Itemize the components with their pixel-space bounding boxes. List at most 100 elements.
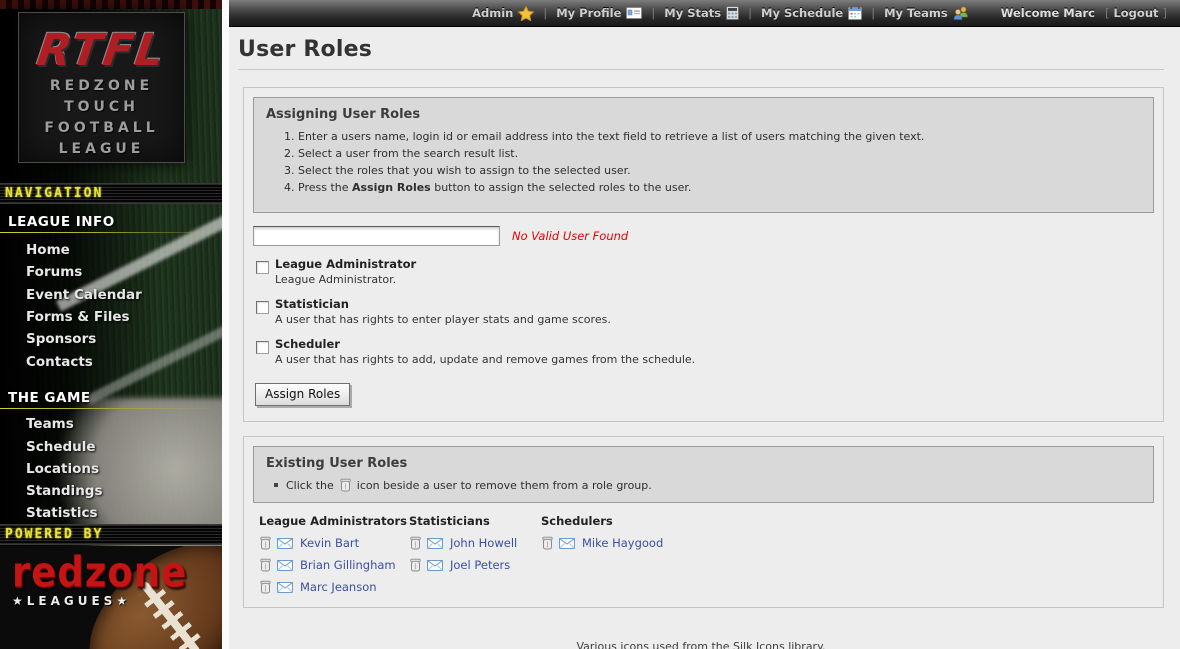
topbar-item-label: My Schedule <box>761 6 843 20</box>
user-name-link[interactable]: Kevin Bart <box>300 536 359 550</box>
step-text: Select a user from the search result lis… <box>298 147 518 160</box>
step-text: Enter a users name, login id or email ad… <box>298 130 924 143</box>
logout-link[interactable]: Logout <box>1113 6 1158 20</box>
role-text: Scheduler A user that has rights to add,… <box>275 337 695 366</box>
title-divider <box>238 69 1164 70</box>
existing-user-roles-panel: Existing User Roles Click the icon besid… <box>243 436 1164 608</box>
role-option-row: League Administrator League Administrato… <box>253 257 1154 286</box>
role-name: Statistician <box>275 297 611 311</box>
remove-user-trash-icon[interactable] <box>409 536 422 550</box>
sidebar-item-sponsors[interactable]: Sponsors <box>26 331 96 347</box>
hint-text: Click the <box>286 479 334 492</box>
statistician-checkbox[interactable] <box>256 301 269 314</box>
logo-line: TOUCH <box>19 97 184 118</box>
group-statisticians: Statisticians John Howell Joel Peters <box>409 514 541 594</box>
user-name-link[interactable]: Marc Jeanson <box>300 580 377 594</box>
footer-credits-icons: Various icons used from the Silk Icons l… <box>238 640 1164 649</box>
rtfl-logo[interactable]: RTFL REDZONE TOUCH FOOTBALL LEAGUE <box>18 12 185 163</box>
user-row: Kevin Bart <box>259 536 409 550</box>
user-row: Mike Haygood <box>541 536 1154 550</box>
user-row: Joel Peters <box>409 558 541 572</box>
user-name-link[interactable]: Joel Peters <box>450 558 510 572</box>
sidebar-item-forms-files[interactable]: Forms & Files <box>26 309 130 325</box>
assign-roles-button[interactable]: Assign Roles <box>255 383 350 406</box>
sidebar-item-statistics[interactable]: Statistics <box>26 505 98 521</box>
sidebar-item-forums[interactable]: Forums <box>26 264 82 280</box>
role-option-row: Statistician A user that has rights to e… <box>253 297 1154 326</box>
remove-user-trash-icon[interactable] <box>409 558 422 572</box>
league-administrator-checkbox[interactable] <box>256 261 269 274</box>
topbar: Admin | My Profile | My Stats | <box>229 0 1180 27</box>
main-column: Admin | My Profile | My Stats | <box>222 0 1180 649</box>
group-title: League Administrators <box>259 514 409 528</box>
redzone-logo-text: redzone <box>12 552 187 595</box>
sidebar-item-teams[interactable]: Teams <box>26 416 74 432</box>
page-footer: Various icons used from the Silk Icons l… <box>238 640 1164 649</box>
topbar-item-my-teams[interactable]: My Teams <box>884 6 970 20</box>
user-row: Brian Gillingham <box>259 558 409 572</box>
instruction-step: Select a user from the search result lis… <box>298 148 1141 160</box>
role-groups: League Administrators Kevin Bart Brian G… <box>259 514 1154 594</box>
app-window: RTFL REDZONE TOUCH FOOTBALL LEAGUE NAVIG… <box>0 0 1180 649</box>
existing-box-title: Existing User Roles <box>266 456 1141 471</box>
email-user-envelope-icon[interactable] <box>277 560 293 571</box>
hint-text: icon beside a user to remove them from a… <box>357 479 652 492</box>
sidebar-item-home[interactable]: Home <box>26 242 70 258</box>
topbar-item-my-schedule[interactable]: My Schedule <box>761 6 862 20</box>
separator: | <box>543 6 547 20</box>
remove-user-trash-icon[interactable] <box>541 536 554 550</box>
topbar-item-label: My Teams <box>884 6 948 20</box>
topbar-item-my-stats[interactable]: My Stats <box>664 6 739 20</box>
sidebar-item-contacts[interactable]: Contacts <box>26 354 93 370</box>
redzone-leagues-logo[interactable]: redzone ★LEAGUES★ <box>12 552 187 608</box>
remove-user-trash-icon[interactable] <box>259 536 272 550</box>
calculator-icon <box>726 6 739 20</box>
step-text: button to assign the selected roles to t… <box>431 181 692 194</box>
separator: | <box>651 6 655 20</box>
email-user-envelope-icon[interactable] <box>277 582 293 593</box>
powered-by-area: redzone ★LEAGUES★ <box>0 546 222 649</box>
sidebar: RTFL REDZONE TOUCH FOOTBALL LEAGUE NAVIG… <box>0 0 222 649</box>
topbar-item-label: Admin <box>472 6 513 20</box>
star-icon <box>518 6 534 21</box>
topbar-item-my-profile[interactable]: My Profile <box>556 6 642 20</box>
user-row: Marc Jeanson <box>259 580 409 594</box>
logo-line: FOOTBALL <box>19 118 184 139</box>
sidebar-item-standings[interactable]: Standings <box>26 483 103 499</box>
sidebar-item-schedule[interactable]: Schedule <box>26 439 96 455</box>
email-user-envelope-icon[interactable] <box>427 538 443 549</box>
role-text: League Administrator League Administrato… <box>275 257 416 286</box>
remove-user-trash-icon[interactable] <box>259 558 272 572</box>
logout-group: [ Logout ] <box>1104 6 1168 20</box>
no-valid-user-status: No Valid User Found <box>512 229 628 243</box>
step-text-bold: Assign Roles <box>352 181 431 194</box>
calendar-icon <box>848 6 862 20</box>
group-schedulers: Schedulers Mike Haygood <box>541 514 1154 594</box>
user-row: John Howell <box>409 536 541 550</box>
user-search-input[interactable] <box>253 226 500 246</box>
role-description: A user that has rights to enter player s… <box>275 313 611 326</box>
user-name-link[interactable]: John Howell <box>450 536 517 550</box>
email-user-envelope-icon[interactable] <box>277 538 293 549</box>
group-title: Statisticians <box>409 514 541 528</box>
rtfl-acronym: RTFL <box>15 25 187 76</box>
sidebar-item-event-calendar[interactable]: Event Calendar <box>26 287 142 303</box>
step-text: Select the roles that you wish to assign… <box>298 164 631 177</box>
assigning-instructions-box: Assigning User Roles Enter a users name,… <box>253 97 1154 213</box>
user-name-link[interactable]: Brian Gillingham <box>300 558 396 572</box>
user-name-link[interactable]: Mike Haygood <box>582 536 663 550</box>
topbar-item-admin[interactable]: Admin <box>472 6 534 21</box>
instruction-step: Press the Assign Roles button to assign … <box>298 182 1141 194</box>
role-description: League Administrator. <box>275 273 416 286</box>
sidebar-item-locations[interactable]: Locations <box>26 461 99 477</box>
logo-line: REDZONE <box>19 76 184 97</box>
remove-user-trash-icon[interactable] <box>259 580 272 594</box>
email-user-envelope-icon[interactable] <box>559 538 575 549</box>
role-text: Statistician A user that has rights to e… <box>275 297 611 326</box>
assigning-user-roles-panel: Assigning User Roles Enter a users name,… <box>243 87 1164 422</box>
page-title: User Roles <box>238 37 1164 62</box>
email-user-envelope-icon[interactable] <box>427 560 443 571</box>
existing-roles-box: Existing User Roles Click the icon besid… <box>253 446 1154 503</box>
scheduler-checkbox[interactable] <box>256 341 269 354</box>
role-description: A user that has rights to add, update an… <box>275 353 695 366</box>
